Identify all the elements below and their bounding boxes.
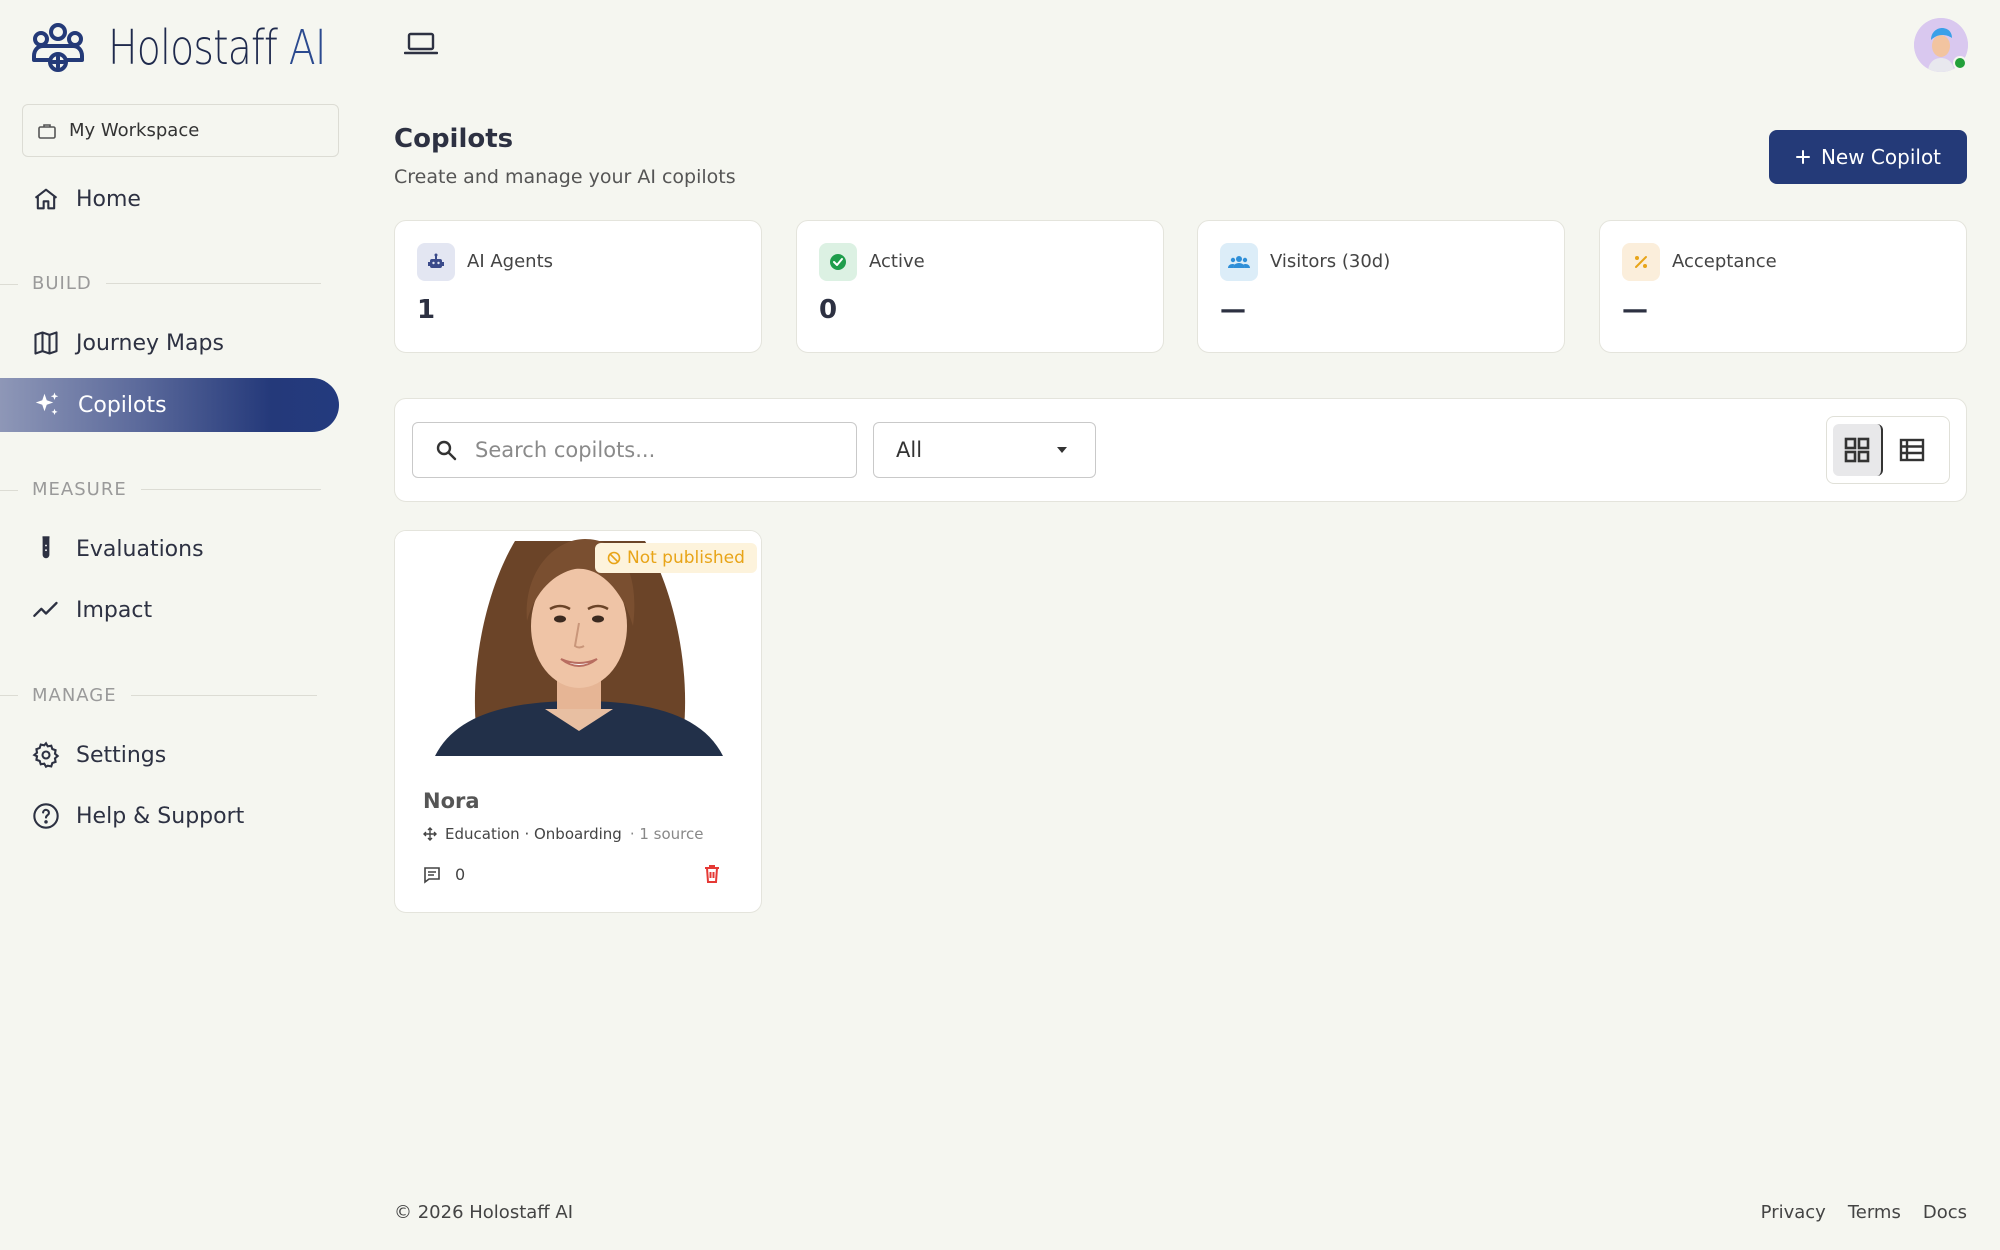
nav-help-label: Help & Support bbox=[76, 803, 245, 829]
stat-label: Visitors (30d) bbox=[1270, 251, 1391, 272]
copilot-meta: Education · Onboarding · 1 source bbox=[423, 825, 703, 843]
view-toggle bbox=[1826, 416, 1950, 484]
page-title: Copilots bbox=[394, 124, 514, 154]
test-tube-icon bbox=[42, 536, 50, 559]
copilot-card[interactable]: Not published Nora Education · Onboardin… bbox=[394, 530, 762, 913]
nav-help[interactable]: Help & Support bbox=[0, 789, 339, 843]
footer-link-docs[interactable]: Docs bbox=[1923, 1202, 1967, 1223]
briefcase-icon bbox=[38, 123, 56, 139]
robot-icon bbox=[417, 243, 455, 281]
laptop-icon[interactable] bbox=[403, 30, 439, 62]
trash-icon bbox=[705, 865, 719, 883]
online-status-dot bbox=[1953, 56, 1967, 70]
stat-value: — bbox=[1220, 295, 1246, 325]
nav-journey-maps[interactable]: Journey Maps bbox=[0, 316, 339, 370]
search-icon bbox=[436, 440, 457, 461]
brand-name: Holostaff AI bbox=[108, 20, 327, 76]
stat-value: 1 bbox=[417, 295, 436, 325]
workspace-selector[interactable]: My Workspace bbox=[22, 104, 339, 157]
stat-value: — bbox=[1622, 295, 1648, 325]
stat-label: Acceptance bbox=[1672, 251, 1777, 272]
stat-card-active: Active 0 bbox=[796, 220, 1164, 353]
nav-copilots[interactable]: Copilots bbox=[0, 378, 339, 432]
list-icon bbox=[1899, 438, 1925, 462]
new-copilot-button[interactable]: New Copilot bbox=[1769, 130, 1967, 184]
grid-icon bbox=[1844, 437, 1870, 463]
unpublished-icon bbox=[607, 551, 621, 565]
status-filter-value: All bbox=[896, 438, 923, 462]
home-icon bbox=[34, 188, 58, 210]
copilot-avatar-photo: Not published bbox=[395, 531, 761, 756]
delete-copilot-button[interactable] bbox=[703, 864, 721, 888]
nav-impact-label: Impact bbox=[76, 597, 153, 623]
stat-card-acceptance: Acceptance — bbox=[1599, 220, 1967, 353]
nav-copilots-label: Copilots bbox=[78, 392, 167, 418]
nav-home[interactable]: Home bbox=[0, 172, 339, 226]
section-build: BUILD bbox=[32, 273, 321, 294]
plus-icon bbox=[1795, 150, 1810, 164]
status-badge: Not published bbox=[595, 543, 757, 573]
section-measure: MEASURE bbox=[32, 479, 321, 500]
workspace-label: My Workspace bbox=[69, 120, 200, 141]
search-placeholder: Search copilots... bbox=[475, 438, 656, 462]
conversation-count: 0 bbox=[455, 865, 466, 884]
footer-copyright: © 2026 Holostaff AI bbox=[394, 1202, 574, 1223]
footer-link-terms[interactable]: Terms bbox=[1848, 1202, 1901, 1223]
help-circle-icon bbox=[33, 803, 59, 829]
list-view-button[interactable] bbox=[1887, 424, 1937, 476]
chat-icon bbox=[424, 866, 440, 884]
nav-evaluations-label: Evaluations bbox=[76, 536, 204, 562]
search-input[interactable]: Search copilots... bbox=[412, 422, 857, 478]
stat-card-ai-agents: AI Agents 1 bbox=[394, 220, 762, 353]
page-subtitle: Create and manage your AI copilots bbox=[394, 166, 736, 188]
people-icon bbox=[1220, 243, 1258, 281]
new-copilot-label: New Copilot bbox=[1820, 145, 1942, 169]
stat-card-visitors: Visitors (30d) — bbox=[1197, 220, 1565, 353]
grid-view-button[interactable] bbox=[1833, 424, 1883, 476]
nav-journey-maps-label: Journey Maps bbox=[76, 330, 224, 356]
sparkles-icon bbox=[35, 392, 59, 415]
map-icon bbox=[34, 331, 58, 355]
nav-impact[interactable]: Impact bbox=[0, 583, 339, 637]
check-circle-icon bbox=[819, 243, 857, 281]
footer-link-privacy[interactable]: Privacy bbox=[1761, 1202, 1826, 1223]
gear-icon bbox=[32, 741, 60, 769]
stat-value: 0 bbox=[819, 295, 838, 325]
nav-home-label: Home bbox=[76, 186, 141, 212]
nav-settings[interactable]: Settings bbox=[0, 728, 339, 782]
stat-label: AI Agents bbox=[467, 251, 554, 272]
stat-label: Active bbox=[869, 251, 925, 272]
section-manage: MANAGE bbox=[32, 685, 317, 706]
copilot-conversations: 0 bbox=[423, 865, 465, 884]
team-logo-icon bbox=[32, 23, 84, 72]
status-filter-select[interactable]: All bbox=[873, 422, 1096, 478]
trend-line-icon bbox=[33, 601, 58, 617]
nav-evaluations[interactable]: Evaluations bbox=[0, 522, 339, 576]
copilot-name: Nora bbox=[423, 789, 480, 813]
brand-logo[interactable]: Holostaff AI bbox=[30, 20, 373, 76]
percent-icon bbox=[1622, 243, 1660, 281]
nav-settings-label: Settings bbox=[76, 742, 167, 768]
move-icon bbox=[423, 827, 437, 841]
copilot-sources: · 1 source bbox=[629, 825, 704, 843]
copilot-tags: Education · Onboarding bbox=[445, 825, 622, 843]
caret-down-icon bbox=[1057, 447, 1067, 453]
footer-links: Privacy Terms Docs bbox=[1761, 1202, 1967, 1223]
